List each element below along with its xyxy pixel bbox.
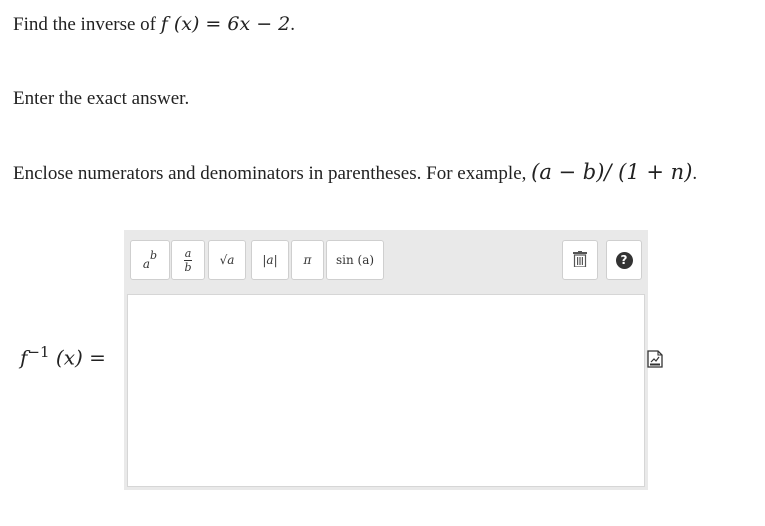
question-prompt: Find the inverse of (13, 14, 161, 35)
help-button[interactable]: ? (606, 240, 642, 280)
submit-answer-icon[interactable] (647, 350, 663, 368)
math-toolbar: ab a b √a |a| π sin (a) ? (124, 230, 648, 290)
power-base: a (142, 257, 151, 271)
fraction-button[interactable]: a b (171, 240, 205, 280)
answer-label: f−1 (x) = (20, 343, 106, 370)
abs-button[interactable]: |a| (251, 240, 289, 280)
trash-icon (573, 250, 587, 270)
power-button[interactable]: ab (130, 240, 170, 280)
sin-button[interactable]: sin (a) (326, 240, 384, 280)
pi-label: π (303, 253, 312, 267)
answer-label-sup: −1 (27, 343, 50, 361)
power-exp: b (150, 248, 158, 262)
clear-button[interactable] (562, 240, 598, 280)
hint-line: Enclose numerators and denominators in p… (13, 160, 697, 185)
math-editor: ab a b √a |a| π sin (a) ? (124, 230, 648, 490)
sqrt-label: √a (219, 253, 235, 267)
answer-label-rest: (x) = (49, 345, 106, 370)
fraction-numerator: a (184, 246, 192, 260)
question-period: . (290, 14, 296, 35)
function-expression: f (x) = 6x − 2 (160, 13, 291, 35)
sin-label: sin (a) (335, 253, 375, 267)
hint-text: Enclose numerators and denominators in p… (13, 163, 532, 184)
abs-label: |a| (262, 253, 278, 267)
instruction-text: Enter the exact answer. (13, 88, 190, 109)
pi-button[interactable]: π (291, 240, 324, 280)
fraction-denominator: b (184, 260, 192, 274)
hint-example: (a − b)/ (1 + n) (531, 160, 693, 184)
hint-period: . (692, 163, 698, 184)
question-line: Find the inverse of f (x) = 6x − 2. (13, 13, 295, 36)
answer-input[interactable] (127, 294, 645, 487)
help-icon: ? (615, 251, 633, 269)
sqrt-button[interactable]: √a (208, 240, 246, 280)
